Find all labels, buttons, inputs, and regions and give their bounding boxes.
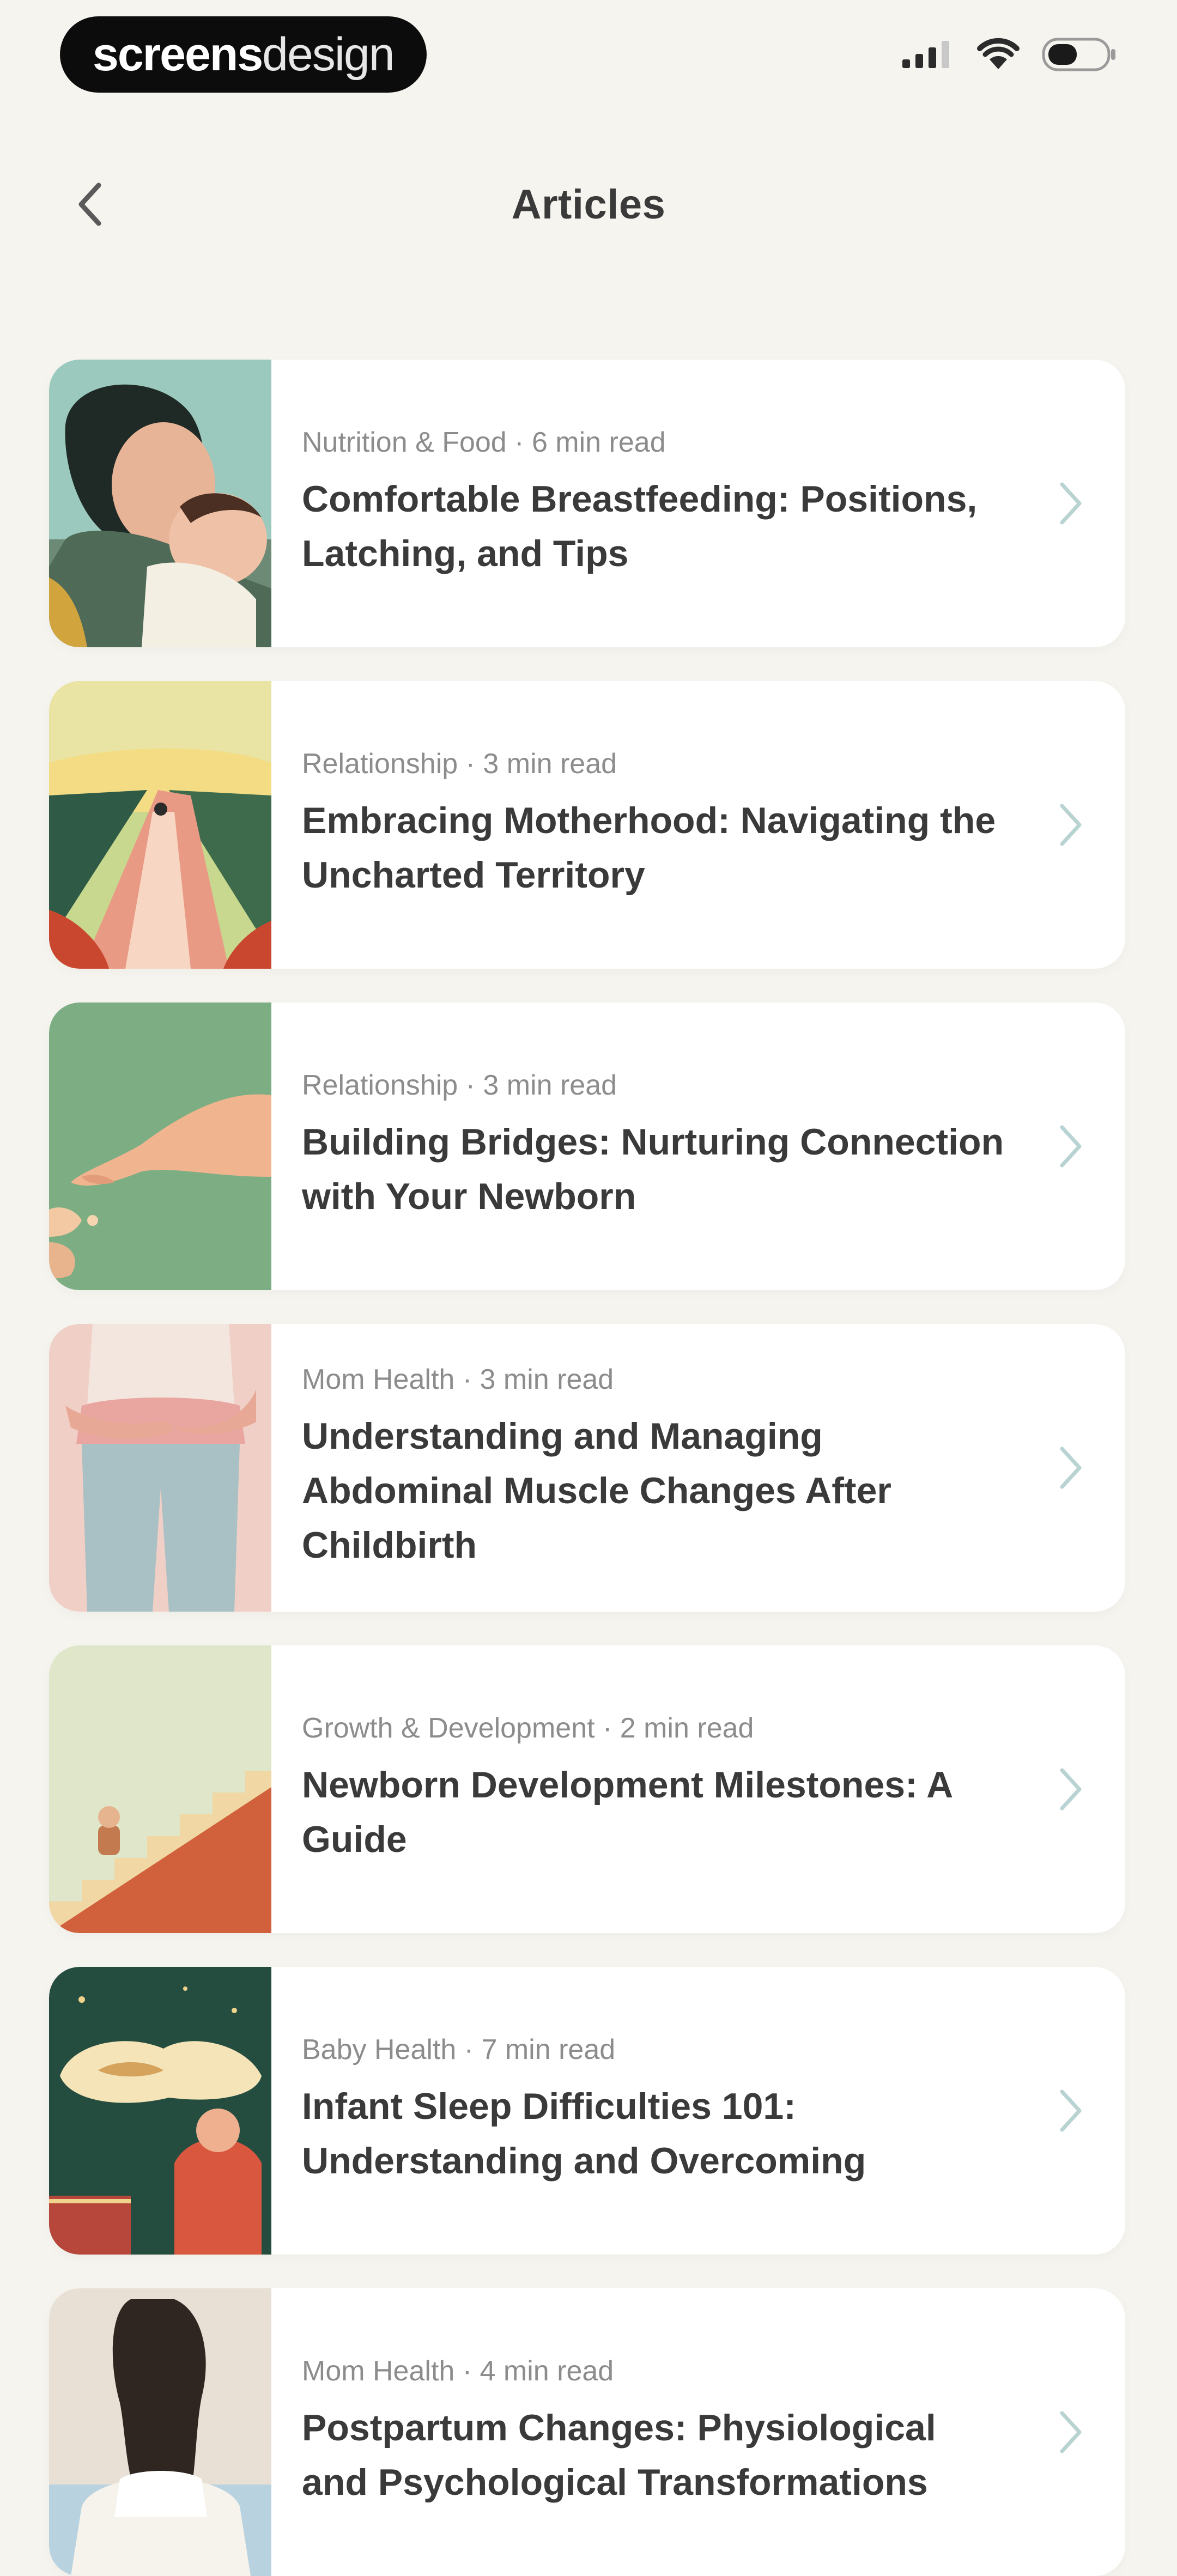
article-meta: Relationship · 3 min read xyxy=(302,748,617,780)
battery-icon xyxy=(1042,38,1115,71)
chevron-right-icon xyxy=(1060,1447,1082,1489)
chevron-right-icon xyxy=(1060,482,1082,525)
article-card[interactable]: Relationship · 3 min read Embracing Moth… xyxy=(49,681,1125,969)
article-text: Relationship · 3 min read Building Bridg… xyxy=(271,1003,1038,1290)
status-bar: screens design xyxy=(60,16,1117,93)
article-thumbnail-motherhood xyxy=(49,681,271,969)
open-article-button[interactable] xyxy=(1038,1967,1125,2255)
brand-logo: screens design xyxy=(60,16,427,93)
article-title: Comfortable Breastfeeding: Positions, La… xyxy=(302,478,978,574)
article-card[interactable]: Mom Health · 3 min read Understanding an… xyxy=(49,1324,1125,1612)
article-thumbnail-building-bridges xyxy=(49,1003,271,1290)
article-meta: Growth & Development · 2 min read xyxy=(302,1712,754,1744)
article-meta: Mom Health · 4 min read xyxy=(302,2355,614,2387)
article-card[interactable]: Growth & Development · 2 min read Newbor… xyxy=(49,1645,1125,1933)
header: Articles xyxy=(0,163,1177,245)
brand-light-text: design xyxy=(262,28,395,81)
article-title: Infant Sleep Difficulties 101: Understan… xyxy=(302,2086,866,2182)
article-text: Baby Health · 7 min read Infant Sleep Di… xyxy=(271,1967,1038,2255)
article-meta: Baby Health · 7 min read xyxy=(302,2034,616,2065)
chevron-left-icon xyxy=(78,183,101,226)
article-thumbnail-infant-sleep xyxy=(49,1967,271,2255)
chevron-right-icon xyxy=(1060,804,1082,846)
signal-icon xyxy=(902,41,949,68)
open-article-button[interactable] xyxy=(1038,1324,1125,1612)
open-article-button[interactable] xyxy=(1038,1645,1125,1933)
article-thumbnail-abdominal xyxy=(49,1324,271,1612)
open-article-button[interactable] xyxy=(1038,681,1125,969)
article-title: Postpartum Changes: Physiological and Ps… xyxy=(302,2407,936,2503)
article-meta: Relationship · 3 min read xyxy=(302,1070,617,1101)
article-card[interactable]: Mom Health · 4 min read Postpartum Chang… xyxy=(49,2288,1125,2576)
chevron-right-icon xyxy=(1060,1768,1082,1811)
open-article-button[interactable] xyxy=(1038,2288,1125,2576)
status-icons xyxy=(900,38,1117,71)
article-text: Nutrition & Food · 6 min read Comfortabl… xyxy=(271,360,1038,647)
article-card[interactable]: Nutrition & Food · 6 min read Comfortabl… xyxy=(49,360,1125,647)
article-card[interactable]: Relationship · 3 min read Building Bridg… xyxy=(49,1003,1125,1290)
chevron-right-icon xyxy=(1060,2089,1082,2132)
chevron-right-icon xyxy=(1060,1125,1082,1168)
page-title: Articles xyxy=(511,181,666,228)
article-text: Mom Health · 4 min read Postpartum Chang… xyxy=(271,2288,1038,2576)
article-text: Relationship · 3 min read Embracing Moth… xyxy=(271,681,1038,969)
article-text: Mom Health · 3 min read Understanding an… xyxy=(271,1324,1038,1612)
article-card[interactable]: Baby Health · 7 min read Infant Sleep Di… xyxy=(49,1967,1125,2255)
article-title: Understanding and Managing Abdominal Mus… xyxy=(302,1415,891,1566)
wifi-icon xyxy=(977,38,1020,69)
article-thumbnail-postpartum xyxy=(49,2288,271,2576)
open-article-button[interactable] xyxy=(1038,1003,1125,1290)
article-title: Newborn Development Milestones: A Guide xyxy=(302,1764,952,1860)
article-title: Embracing Motherhood: Navigating the Unc… xyxy=(302,800,996,896)
article-meta: Mom Health · 3 min read xyxy=(302,1364,614,1395)
open-article-button[interactable] xyxy=(1038,360,1125,647)
brand-strong-text: screens xyxy=(93,28,263,81)
back-button[interactable] xyxy=(65,180,114,229)
article-text: Growth & Development · 2 min read Newbor… xyxy=(271,1645,1038,1933)
article-thumbnail-milestones xyxy=(49,1645,271,1933)
chevron-right-icon xyxy=(1060,2411,1082,2453)
article-list: Nutrition & Food · 6 min read Comfortabl… xyxy=(49,360,1125,2576)
article-meta: Nutrition & Food · 6 min read xyxy=(302,427,666,458)
article-title: Building Bridges: Nurturing Connection w… xyxy=(302,1121,1004,1217)
article-thumbnail-breastfeeding xyxy=(49,360,271,647)
